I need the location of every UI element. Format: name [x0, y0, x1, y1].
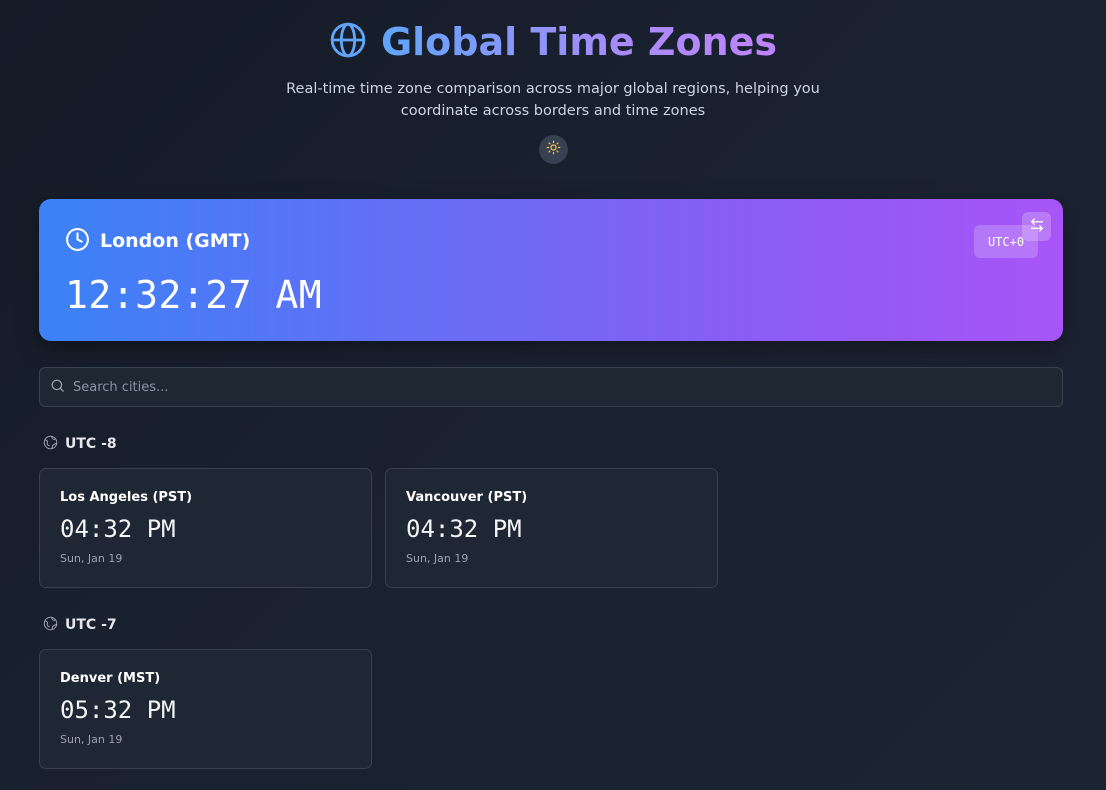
- search-input[interactable]: [73, 379, 1062, 395]
- page-header: Global Time Zones Real-time time zone co…: [0, 0, 1106, 164]
- title-row: Global Time Zones: [329, 18, 777, 66]
- city-card[interactable]: Los Angeles (PST) 04:32 PM Sun, Jan 19: [39, 468, 372, 588]
- reference-city-header: London (GMT): [65, 227, 251, 256]
- theme-toggle-button[interactable]: [538, 135, 568, 164]
- swap-icon: [1029, 217, 1045, 237]
- sun-icon: [546, 140, 561, 159]
- search-bar: [39, 367, 1063, 407]
- city-time: 04:32 PM: [406, 515, 522, 543]
- city-date: Sun, Jan 19: [60, 733, 123, 746]
- timezone-group-header: UTC -8: [43, 435, 117, 453]
- timezone-group-label: UTC -7: [65, 617, 117, 633]
- city-card[interactable]: Denver (MST) 05:32 PM Sun, Jan 19: [39, 649, 372, 769]
- city-date: Sun, Jan 19: [60, 552, 123, 565]
- timezone-group-label: UTC -8: [65, 436, 117, 452]
- search-icon: [50, 378, 65, 397]
- reference-city-time: 12:32:27 AM: [65, 273, 323, 317]
- city-name: Los Angeles (PST): [60, 490, 193, 505]
- city-date: Sun, Jan 19: [406, 552, 469, 565]
- reference-city-name: London (GMT): [100, 230, 251, 252]
- swap-reference-button[interactable]: [1022, 212, 1051, 241]
- city-name: Vancouver (PST): [406, 490, 528, 505]
- reference-city-card: London (GMT) 12:32:27 AM UTC+0: [39, 199, 1063, 341]
- city-name: Denver (MST): [60, 671, 161, 686]
- world-icon: [43, 616, 58, 635]
- city-card[interactable]: Vancouver (PST) 04:32 PM Sun, Jan 19: [385, 468, 718, 588]
- city-time: 04:32 PM: [60, 515, 176, 543]
- globe-icon: [329, 21, 367, 63]
- timezone-group-header: UTC -7: [43, 616, 117, 634]
- page-subtitle: Real-time time zone comparison across ma…: [286, 81, 820, 119]
- clock-icon: [65, 227, 90, 256]
- city-time: 05:32 PM: [60, 696, 176, 724]
- page-title: Global Time Zones: [380, 20, 778, 64]
- world-icon: [43, 435, 58, 454]
